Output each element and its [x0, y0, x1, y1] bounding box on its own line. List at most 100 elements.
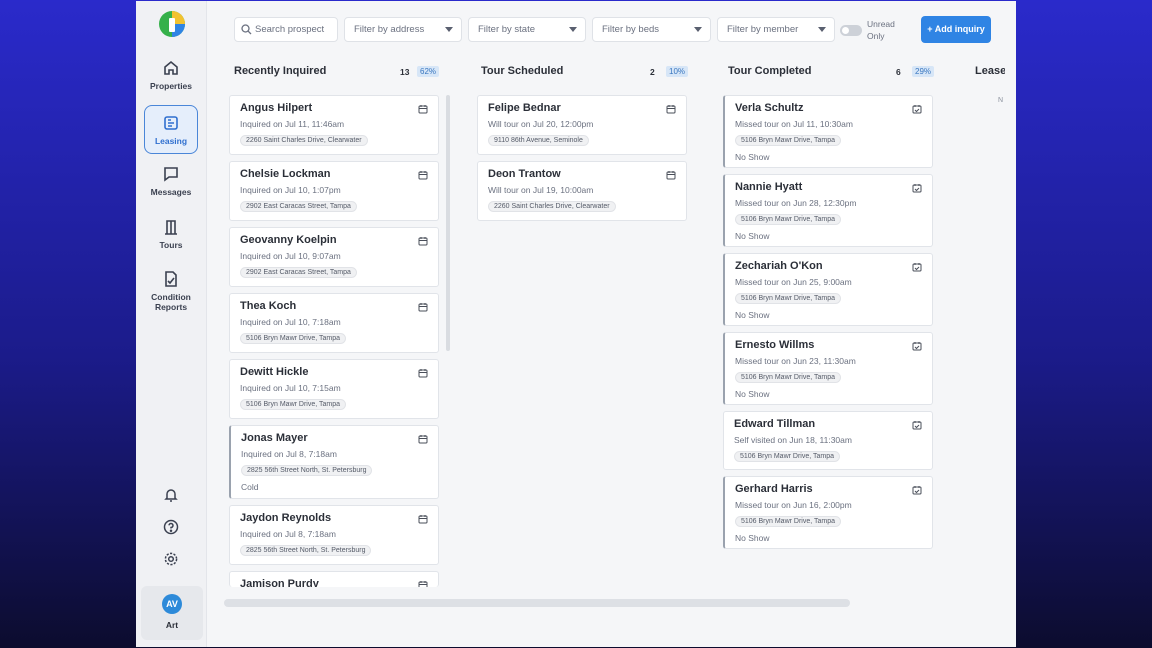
home-icon — [164, 60, 178, 75]
prospect-name: Nannie Hyatt — [735, 181, 803, 193]
user-profile[interactable]: AV Art — [141, 586, 203, 640]
prospect-name: Jamison Purdy — [240, 578, 319, 587]
tour-date: Missed tour on Jun 28, 12:30pm — [735, 198, 857, 208]
sidebar-item-properties[interactable]: Properties — [144, 59, 198, 99]
property-address-chip: 2825 56th Street North, St. Petersburg — [241, 465, 373, 476]
property-address-chip: 5106 Bryn Mawr Drive, Tampa — [735, 293, 842, 304]
prospect-name: Ernesto Willms — [735, 339, 815, 351]
calendar-icon[interactable] — [418, 302, 428, 312]
tour-status-tag: No Show — [735, 310, 770, 320]
prospect-name: Geovanny Koelpin — [240, 234, 337, 246]
calendar-check-icon[interactable] — [912, 183, 922, 193]
add-inquiry-label: Add inquiry — [934, 24, 985, 34]
calendar-icon[interactable] — [418, 514, 428, 524]
filter-address-select[interactable]: Filter by address — [344, 17, 462, 42]
filter-beds-select[interactable]: Filter by beds — [592, 17, 711, 42]
prospect-card[interactable]: Jonas Mayer Inquired on Jul 8, 7:18am 28… — [229, 425, 439, 499]
help-icon[interactable] — [163, 519, 179, 535]
prospect-card[interactable]: Felipe Bednar Will tour on Jul 20, 12:00… — [477, 95, 687, 155]
prospect-card[interactable]: Nannie Hyatt Missed tour on Jun 28, 12:3… — [723, 174, 933, 247]
search-placeholder: Search prospect — [255, 24, 325, 35]
inquiry-date: Inquired on Jul 10, 1:07pm — [240, 185, 341, 195]
calendar-icon[interactable] — [418, 434, 428, 444]
prospect-card[interactable]: Deon Trantow Will tour on Jul 19, 10:00a… — [477, 161, 687, 221]
filter-beds-label: Filter by beds — [602, 24, 660, 35]
calendar-check-icon[interactable] — [912, 420, 922, 430]
tour-status-tag: No Show — [735, 533, 770, 543]
gear-icon[interactable] — [163, 551, 179, 567]
prospect-card[interactable]: Jaydon Reynolds Inquired on Jul 8, 7:18a… — [229, 505, 439, 565]
sidebar-item-condition-reports[interactable]: Condition Reports — [144, 270, 198, 318]
inquiry-date: Inquired on Jul 11, 11:46am — [240, 119, 345, 129]
property-address-chip: 5106 Bryn Mawr Drive, Tampa — [735, 214, 842, 225]
calendar-icon[interactable] — [666, 170, 676, 180]
add-inquiry-button[interactable]: + Add inquiry — [921, 16, 991, 43]
column-title-lease: Lease — [975, 65, 1005, 77]
prospect-card[interactable]: Edward Tillman Self visited on Jun 18, 1… — [723, 411, 933, 470]
prospect-card[interactable]: Geovanny Koelpin Inquired on Jul 10, 9:0… — [229, 227, 439, 287]
column-count: 13 — [400, 67, 410, 77]
prospect-name: Chelsie Lockman — [240, 168, 331, 180]
sidebar-item-messages[interactable]: Messages — [144, 165, 198, 205]
calendar-check-icon[interactable] — [912, 104, 922, 114]
column-percent-badge: 29% — [912, 66, 935, 77]
prospect-name: Angus Hilpert — [240, 102, 313, 114]
filter-member-select[interactable]: Filter by member — [717, 17, 835, 42]
search-input[interactable]: Search prospect — [234, 17, 338, 42]
prospect-name: Dewitt Hickle — [240, 366, 309, 378]
calendar-icon[interactable] — [666, 104, 676, 114]
column-scrollbar[interactable] — [446, 95, 450, 351]
sidebar-item-label: Properties — [149, 81, 193, 91]
property-address-chip: 5106 Bryn Mawr Drive, Tampa — [240, 399, 347, 410]
calendar-icon[interactable] — [418, 170, 428, 180]
app-window: Properties Leasing Messages Tours Condit — [136, 1, 1016, 647]
prospect-card[interactable]: Jamison Purdy — [229, 571, 439, 587]
calendar-icon[interactable] — [418, 368, 428, 378]
sidebar-item-label: Messages — [150, 187, 192, 197]
prospect-card[interactable]: Ernesto Willms Missed tour on Jun 23, 11… — [723, 332, 933, 405]
prospect-card[interactable]: Chelsie Lockman Inquired on Jul 10, 1:07… — [229, 161, 439, 221]
board-horizontal-scrollbar[interactable] — [224, 599, 850, 607]
calendar-icon[interactable] — [418, 236, 428, 246]
column-header-tour-scheduled: Tour Scheduled 2 10% — [481, 65, 689, 79]
board-icon — [164, 116, 178, 130]
sidebar-item-tours[interactable]: Tours — [144, 218, 198, 258]
search-icon — [241, 24, 252, 35]
prospect-name: Edward Tillman — [734, 418, 816, 430]
tour-date: Missed tour on Jun 23, 11:30am — [735, 356, 856, 366]
tour-date: Will tour on Jul 20, 12:00pm — [488, 119, 594, 129]
filter-state-select[interactable]: Filter by state — [468, 17, 586, 42]
report-icon — [165, 271, 177, 287]
tour-date: Missed tour on Jun 25, 9:00am — [735, 277, 852, 287]
filter-address-label: Filter by address — [354, 24, 425, 35]
property-address-chip: 5106 Bryn Mawr Drive, Tampa — [735, 516, 842, 527]
prospect-name: Zechariah O'Kon — [735, 260, 823, 272]
calendar-check-icon[interactable] — [912, 262, 922, 272]
door-icon — [165, 220, 177, 235]
property-address-chip: 2825 56th Street North, St. Petersburg — [240, 545, 372, 556]
column-count: 6 — [896, 67, 901, 77]
prospect-card[interactable]: Gerhard Harris Missed tour on Jun 16, 2:… — [723, 476, 933, 549]
sidebar-item-leasing[interactable]: Leasing — [144, 105, 198, 154]
chevron-down-icon — [694, 27, 702, 32]
calendar-icon[interactable] — [418, 104, 428, 114]
unread-only-toggle[interactable] — [840, 25, 862, 36]
tour-date: Missed tour on Jul 11, 10:30am — [735, 119, 853, 129]
prospect-card[interactable]: Angus Hilpert Inquired on Jul 11, 11:46a… — [229, 95, 439, 155]
property-address-chip: 5106 Bryn Mawr Drive, Tampa — [240, 333, 347, 344]
prospect-card[interactable]: Zechariah O'Kon Missed tour on Jun 25, 9… — [723, 253, 933, 326]
bell-icon[interactable] — [163, 487, 179, 503]
prospect-card[interactable]: Thea Koch Inquired on Jul 10, 7:18am 510… — [229, 293, 439, 353]
avatar: AV — [162, 594, 182, 614]
prospect-name: Felipe Bednar — [488, 102, 561, 114]
add-user-icon: + — [927, 24, 935, 34]
calendar-icon[interactable] — [418, 580, 428, 587]
calendar-check-icon[interactable] — [912, 485, 922, 495]
prospect-card[interactable]: Dewitt Hickle Inquired on Jul 10, 7:15am… — [229, 359, 439, 419]
tour-date: Missed tour on Jun 16, 2:00pm — [735, 500, 852, 510]
sidebar-item-label: Tours — [159, 240, 183, 250]
column-header-tour-completed: Tour Completed 6 29% — [728, 65, 935, 79]
prospect-card[interactable]: Verla Schultz Missed tour on Jul 11, 10:… — [723, 95, 933, 168]
calendar-check-icon[interactable] — [912, 341, 922, 351]
tour-date: Will tour on Jul 19, 10:00am — [488, 185, 594, 195]
